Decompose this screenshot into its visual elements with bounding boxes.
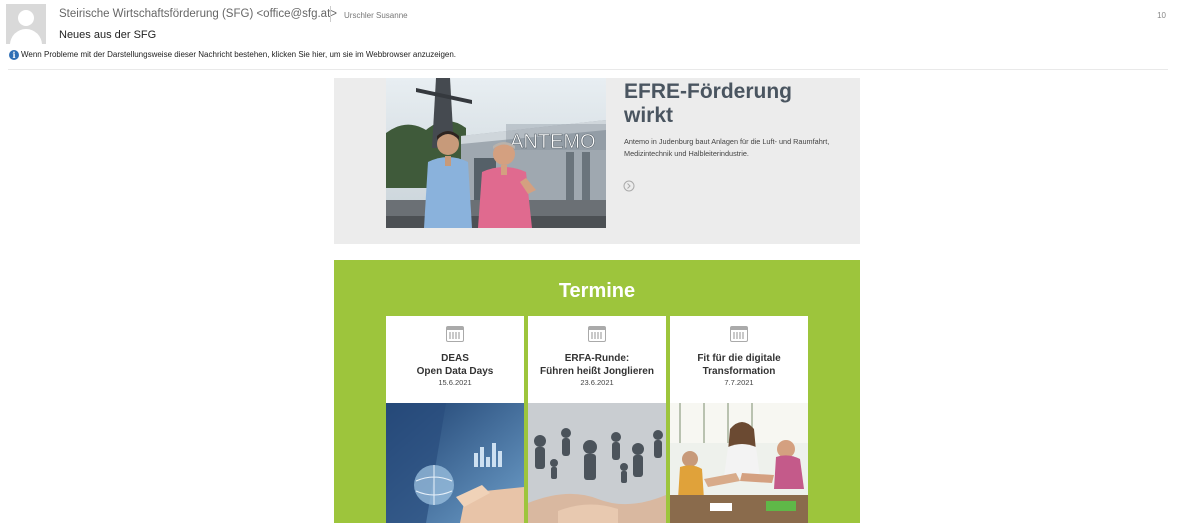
event-image-people-svg (528, 403, 666, 523)
header-divider (330, 6, 331, 22)
header-separator (8, 69, 1168, 70)
calendar-icon (446, 326, 464, 342)
event-title[interactable]: ERFA-Runde: Führen heißt Jonglieren (528, 352, 666, 378)
event-date: 15.6.2021 (438, 378, 472, 387)
antemo-sign: ANTEMO (510, 131, 596, 153)
event-image-data[interactable] (386, 403, 524, 523)
antemo-photo[interactable]: ANTEMO (386, 78, 606, 228)
sender-avatar (6, 4, 46, 44)
event-date: 23.6.2021 (580, 378, 614, 387)
info-icon: i (9, 50, 19, 60)
event-image-data-svg (386, 403, 524, 523)
antemo-photo-svg: ANTEMO (386, 78, 606, 228)
avatar-head (18, 10, 34, 26)
event-image-team-svg (670, 403, 808, 523)
recipient-name[interactable]: Urschler Susanne (344, 11, 408, 20)
message-count: 10 (1157, 11, 1166, 20)
arrow-circle-icon[interactable] (623, 180, 635, 195)
calendar-icon (730, 326, 748, 342)
sender-address[interactable]: Steirische Wirtschaftsförderung (SFG) <o… (59, 8, 337, 20)
event-image-people[interactable] (528, 403, 666, 523)
event-card-erfa[interactable]: ERFA-Runde: Führen heißt Jonglieren 23.6… (528, 316, 666, 523)
event-card-deas[interactable]: DEAS Open Data Days 15.6.2021 (386, 316, 524, 523)
event-title[interactable]: Fit für die digitale Transformation (670, 352, 808, 378)
event-image-team[interactable] (670, 403, 808, 523)
infobar-text[interactable]: Wenn Probleme mit der Darstellungsweise … (21, 50, 456, 59)
event-date: 7.7.2021 (724, 378, 754, 387)
avatar-body (10, 29, 42, 44)
browser-view-infobar[interactable]: i Wenn Probleme mit der Darstellungsweise… (9, 50, 456, 60)
efre-title: EFRE-Förderung wirkt (624, 80, 792, 127)
efre-section: ANTEMO EFRE-Förderung wirkt Antemo in Ju… (334, 78, 860, 244)
efre-description: Antemo in Judenburg baut Anlagen für die… (624, 137, 830, 158)
arrow-circle-icon-svg (623, 180, 635, 192)
termine-section: Termine DEAS Open Data Days 15.6.2021 ER… (334, 260, 860, 523)
calendar-icon (588, 326, 606, 342)
email-subject: Neues aus der SFG (59, 29, 157, 41)
termine-title: Termine (558, 280, 636, 302)
event-title[interactable]: DEAS Open Data Days (386, 352, 524, 378)
event-card-digital[interactable]: Fit für die digitale Transformation 7.7.… (670, 316, 808, 523)
